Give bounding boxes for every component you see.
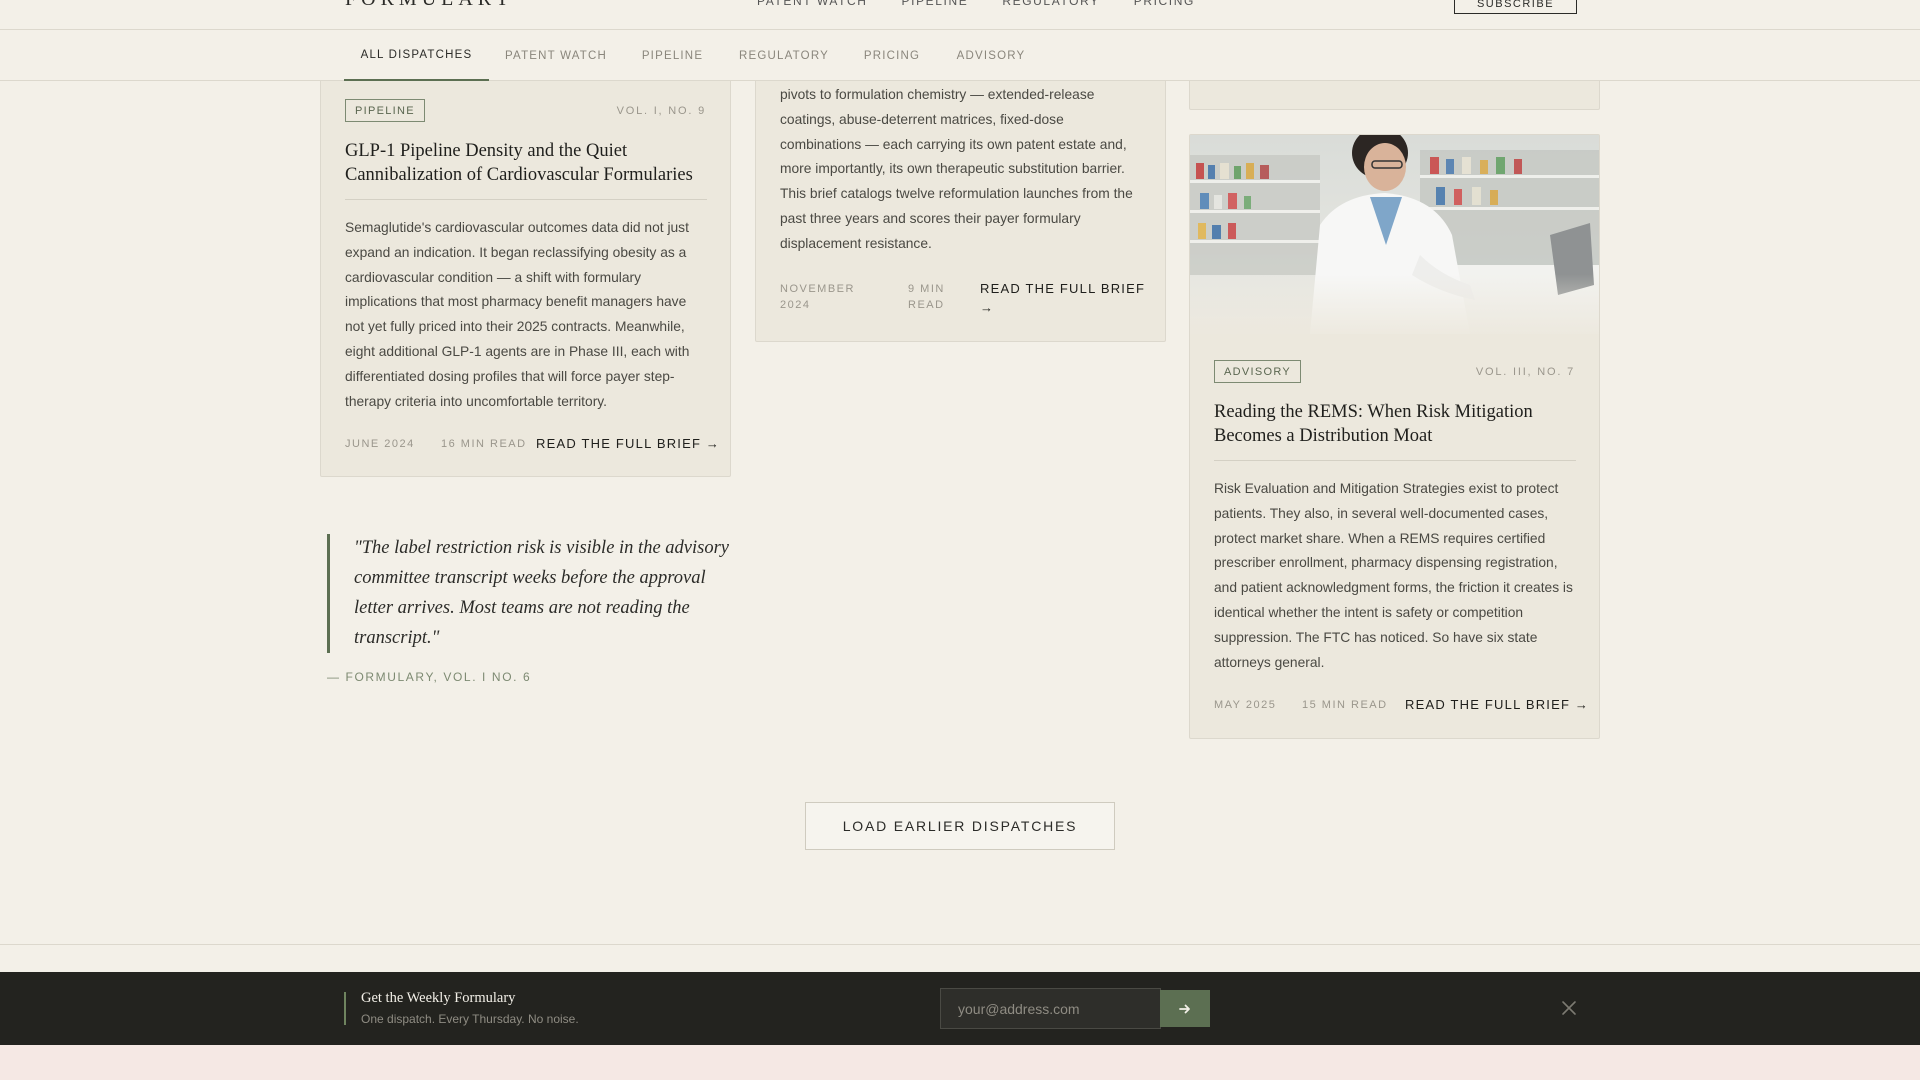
dispatch-date: JUNE 2024	[345, 438, 415, 450]
subscribe-button[interactable]: SUBSCRIBE	[1454, 0, 1577, 14]
read-time: 16 MIN READ	[441, 438, 527, 450]
nav-link-pricing[interactable]: PRICING	[1134, 0, 1195, 8]
dispatch-card-reformulation[interactable]: pivots to formulation chemistry — extend…	[755, 70, 1166, 342]
top-nav-links: PATENT WATCH PIPELINE REGULATORY PRICING	[757, 0, 1195, 8]
dispatch-title[interactable]: GLP-1 Pipeline Density and the Quiet Can…	[345, 139, 715, 187]
category-tag[interactable]: PIPELINE	[345, 99, 425, 122]
nav-link-pipeline[interactable]: PIPELINE	[902, 0, 969, 8]
dispatch-excerpt: Semaglutide's cardiovascular outcomes da…	[345, 220, 690, 409]
read-full-brief-link[interactable]: READ THE FULL BRIEF →	[1405, 695, 1589, 714]
arrow-right-icon	[1179, 1004, 1190, 1013]
newsletter-accent-bar	[344, 992, 346, 1025]
load-earlier-button[interactable]: LOAD EARLIER DISPATCHES	[805, 802, 1115, 850]
tab-advisory[interactable]: ADVISORY	[948, 30, 1034, 81]
dispatch-card-pipeline[interactable]: PIPELINE VOL. I, NO. 9 GLP-1 Pipeline De…	[320, 70, 731, 477]
read-time: 9 MIN READ	[908, 283, 945, 311]
quote-citation: — FORMULARY, VOL. I NO. 6	[327, 670, 532, 684]
tab-all-dispatches[interactable]: ALL DISPATCHES	[344, 30, 489, 81]
top-navigation: FORMULARY PATENT WATCH PIPELINE REGULATO…	[0, 0, 1920, 30]
newsletter-title: Get the Weekly Formulary	[361, 990, 516, 1006]
bottom-strip	[0, 1045, 1920, 1080]
tab-pricing[interactable]: PRICING	[856, 30, 928, 81]
read-full-brief-link[interactable]: READ THE FULL BRIEF →	[980, 279, 1150, 317]
dispatch-title[interactable]: Reading the REMS: When Risk Mitigation B…	[1214, 400, 1584, 448]
volume-label: VOL. I, NO. 9	[616, 105, 706, 117]
nav-link-patent-watch[interactable]: PATENT WATCH	[757, 0, 868, 8]
nav-link-regulatory[interactable]: REGULATORY	[1002, 0, 1099, 8]
pharmacist-photo	[1190, 135, 1599, 334]
close-icon	[1562, 1001, 1576, 1015]
tab-patent-watch[interactable]: PATENT WATCH	[496, 30, 616, 81]
dispatch-excerpt: Risk Evaluation and Mitigation Strategie…	[1214, 481, 1573, 670]
quote-accent-bar	[327, 534, 330, 653]
read-full-brief-link[interactable]: READ THE FULL BRIEF →	[536, 434, 720, 453]
category-tag[interactable]: ADVISORY	[1214, 360, 1302, 383]
newsletter-bar: Get the Weekly Formulary One dispatch. E…	[0, 972, 1920, 1045]
footer-divider	[0, 944, 1920, 945]
read-time: 15 MIN READ	[1302, 699, 1388, 711]
brand-logo[interactable]: FORMULARY	[345, 0, 514, 11]
newsletter-submit-button[interactable]	[1160, 990, 1210, 1027]
newsletter-subtitle: One dispatch. Every Thursday. No noise.	[361, 1012, 579, 1026]
category-tabs: ALL DISPATCHES PATENT WATCH PIPELINE REG…	[0, 30, 1920, 81]
title-divider	[345, 199, 707, 200]
pull-quote: "The label restriction risk is visible i…	[354, 538, 729, 648]
tab-regulatory[interactable]: REGULATORY	[728, 30, 840, 81]
newsletter-close-button[interactable]	[1560, 999, 1578, 1017]
volume-label: VOL. III, NO. 7	[1475, 366, 1575, 378]
newsletter-email-input[interactable]	[940, 988, 1161, 1029]
dispatch-excerpt: pivots to formulation chemistry — extend…	[780, 87, 1133, 251]
tab-pipeline[interactable]: PIPELINE	[630, 30, 715, 81]
title-divider	[1214, 460, 1576, 461]
dispatch-date: MAY 2025	[1214, 699, 1277, 711]
dispatch-date: NOVEMBER 2024	[780, 283, 855, 311]
